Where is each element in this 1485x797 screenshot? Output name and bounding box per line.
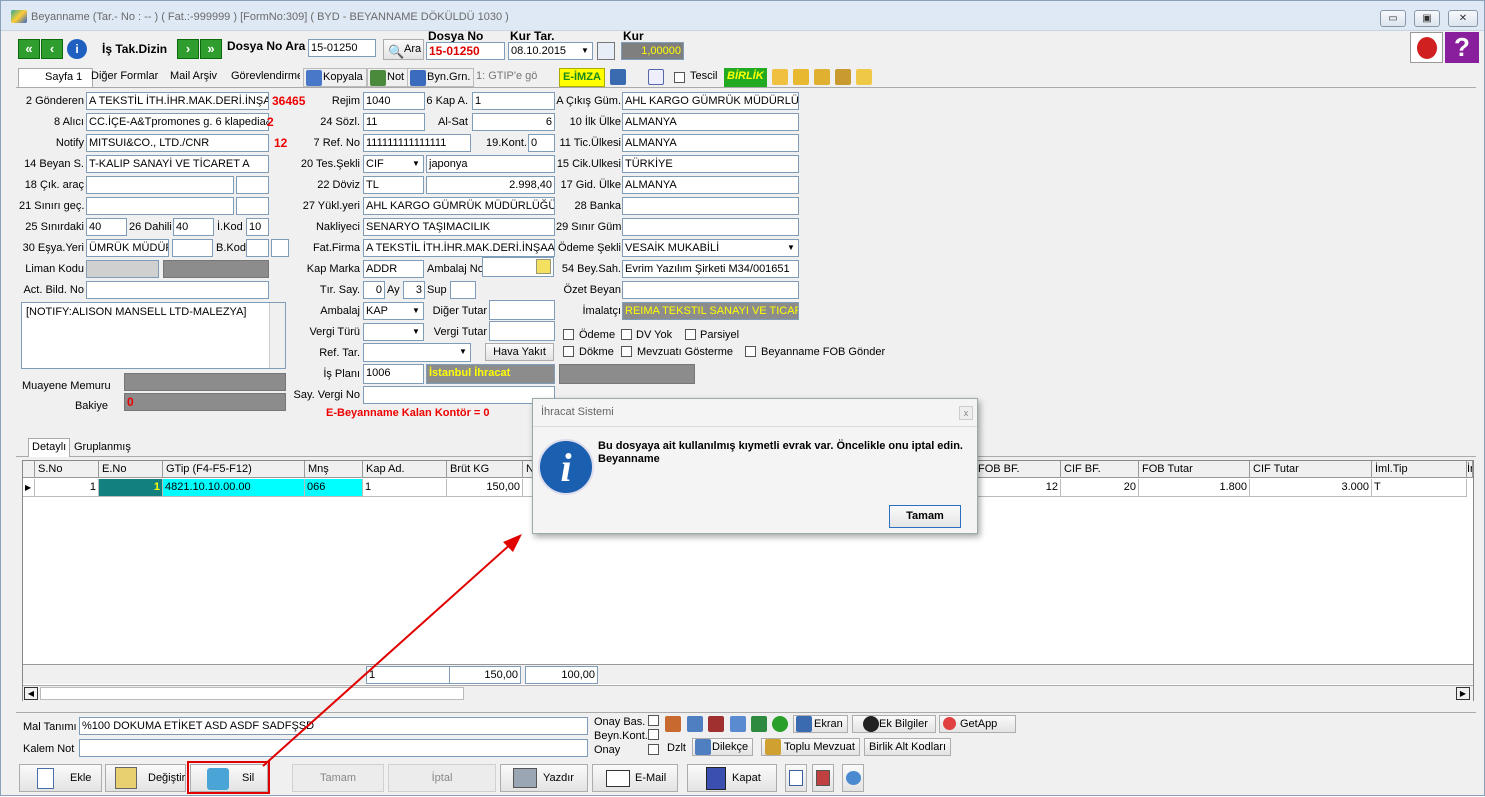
dialog-title: İhracat Sistemi bbox=[541, 406, 614, 418]
dialog-ok-button[interactable]: Tamam bbox=[889, 505, 961, 528]
dialog-message: Bu dosyaya ait kullanılmış kıymetli evra… bbox=[598, 440, 963, 465]
message-dialog: İhracat Sistemi x i Bu dosyaya ait kulla… bbox=[532, 398, 978, 534]
info-dialog-icon: i bbox=[538, 439, 594, 495]
main-window: Beyanname (Tar.- No : -- ) ( Fat.:-99999… bbox=[0, 0, 1485, 796]
dialog-close-button[interactable]: x bbox=[959, 406, 973, 420]
dialog-titlebar: İhracat Sistemi x bbox=[533, 399, 977, 427]
